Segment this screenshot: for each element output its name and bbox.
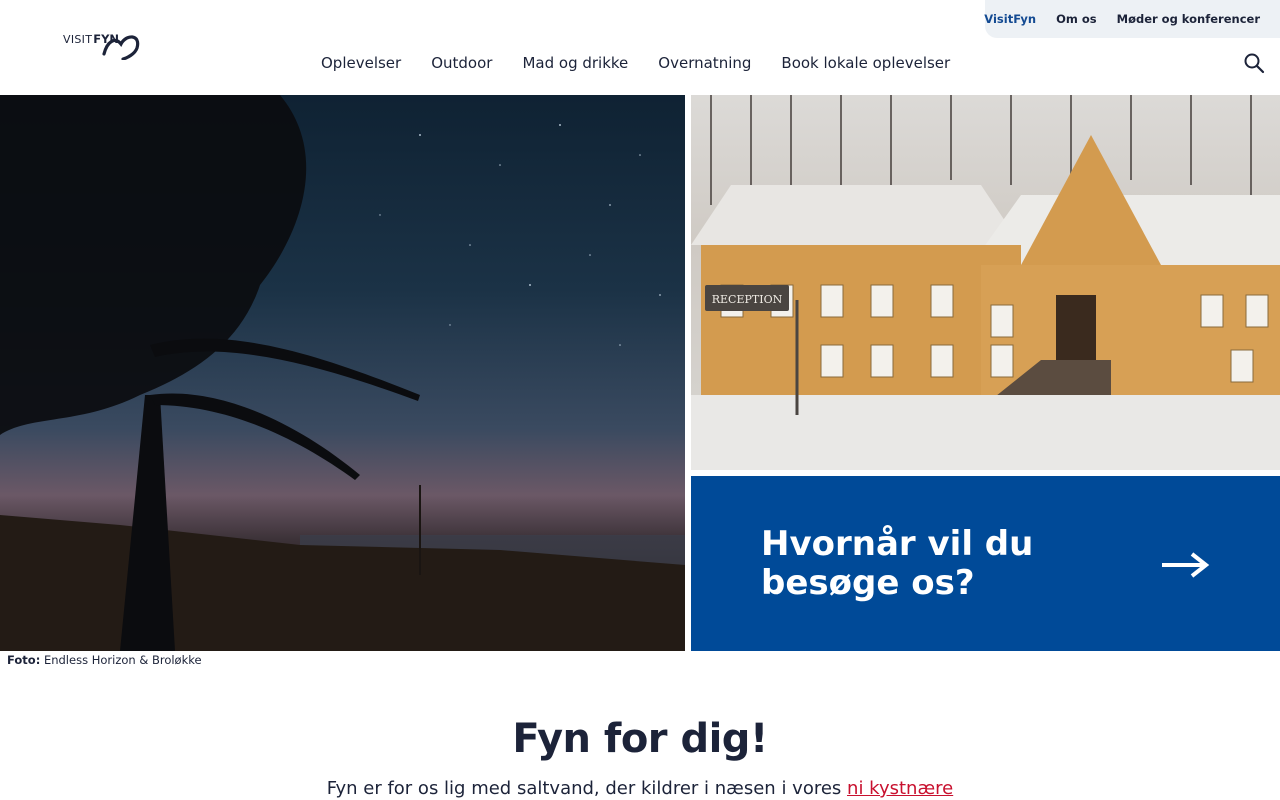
page-title: Fyn for dig! xyxy=(512,716,768,762)
photo-credit-text: Endless Horizon & Broløkke xyxy=(43,653,202,667)
utility-om-os-link[interactable]: Om os xyxy=(1056,12,1097,26)
nav-overnatning[interactable]: Overnatning xyxy=(658,54,751,72)
nav-book-lokale-oplevelser[interactable]: Book lokale oplevelser xyxy=(781,54,950,72)
arrow-right-icon xyxy=(1162,552,1210,578)
main-navigation: Oplevelser Outdoor Mad og drikke Overnat… xyxy=(321,54,950,72)
cta-title: Hvornår vil du besøge os? xyxy=(761,524,1034,603)
intro-body: Fyn er for os lig med saltvand, der kild… xyxy=(326,778,842,799)
hero-section: RECEPTION Hvornår vil du besøge os? xyxy=(0,95,1280,651)
search-button[interactable] xyxy=(1243,52,1265,74)
heart-icon xyxy=(102,35,140,60)
utility-navigation: VisitFyn Om os Møder og konferencer xyxy=(984,0,1280,38)
utility-moder-link[interactable]: Møder og konferencer xyxy=(1117,12,1260,26)
nav-outdoor[interactable]: Outdoor xyxy=(431,54,492,72)
reception-sign-text: RECEPTION xyxy=(712,293,783,306)
hero-image-manor-house: RECEPTION xyxy=(691,95,1280,470)
nav-mad-og-drikke[interactable]: Mad og drikke xyxy=(522,54,628,72)
search-icon xyxy=(1244,53,1265,74)
nav-oplevelser[interactable]: Oplevelser xyxy=(321,54,401,72)
coastal-link[interactable]: ni kystnære xyxy=(847,778,953,799)
visitfyn-logo[interactable]: VISIT FYN xyxy=(63,32,140,60)
logo-visit-text: VISIT xyxy=(63,33,93,46)
photo-credit: Foto: Endless Horizon & Broløkke xyxy=(7,653,202,667)
intro-section: Fyn for dig! Fyn er for os lig med saltv… xyxy=(0,716,1280,799)
photo-credit-label: Foto: xyxy=(7,653,41,667)
utility-visitfyn-link[interactable]: VisitFyn xyxy=(984,12,1036,26)
intro-text: Fyn er for os lig med saltvand, der kild… xyxy=(0,778,1280,799)
hero-image-night-sky xyxy=(0,95,685,651)
visit-time-cta[interactable]: Hvornår vil du besøge os? xyxy=(691,476,1280,651)
